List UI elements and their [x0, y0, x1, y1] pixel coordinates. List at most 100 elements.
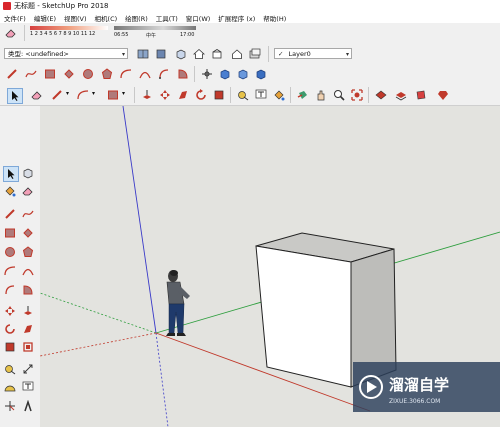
three-point-arc-button[interactable] — [3, 283, 17, 297]
component-button[interactable] — [136, 47, 150, 61]
menu-file[interactable]: 文件(F) — [0, 12, 30, 23]
rectangle-tool-button[interactable] — [43, 67, 57, 81]
menu-view[interactable]: 视图(V) — [60, 12, 91, 23]
paint-bucket-button[interactable] — [272, 88, 286, 102]
follow-me-icon — [179, 91, 187, 99]
front-view-button[interactable] — [174, 47, 188, 61]
chevron-down-icon[interactable]: ▾ — [92, 90, 95, 97]
push-pull-button[interactable] — [140, 88, 154, 102]
polygon-tool-button[interactable] — [21, 245, 35, 259]
share-model-button[interactable] — [394, 88, 408, 102]
follow-me-button[interactable] — [21, 322, 35, 336]
circle-icon — [5, 247, 15, 257]
warehouse-icon — [375, 90, 387, 100]
polygon-icon — [101, 68, 113, 79]
modeling-viewport[interactable]: 溜溜自学 ZIXUE.3066.COM — [40, 106, 500, 427]
iso-view-button[interactable] — [210, 47, 224, 61]
person-figure[interactable] — [166, 270, 190, 336]
rectangle-tool-button[interactable] — [3, 226, 17, 240]
push-pull-button[interactable] — [21, 304, 35, 318]
menu-edit[interactable]: 编辑(E) — [30, 12, 60, 23]
rotate-icon — [196, 89, 206, 100]
home-view-button[interactable] — [192, 47, 206, 61]
freehand-tool-button[interactable] — [24, 67, 38, 81]
arc-tool-button[interactable] — [3, 264, 17, 278]
iso-icon — [212, 49, 222, 59]
blue-cube-icon — [256, 69, 266, 80]
zoom-tool-button[interactable] — [332, 88, 346, 102]
menu-extensions[interactable]: 扩展程序 (x) — [214, 12, 259, 23]
axes-tool-button[interactable] — [200, 67, 214, 81]
follow-me-button[interactable] — [176, 88, 190, 102]
time-slider[interactable] — [114, 26, 196, 30]
orbit-tool-button[interactable] — [296, 88, 310, 102]
layer-dropdown[interactable]: ✓ Layer0 ▾ — [274, 48, 352, 59]
title-bar: 无标题 - SketchUp Pro 2018 — [0, 0, 500, 12]
extension-warehouse-button[interactable] — [414, 88, 428, 102]
two-point-arc-button[interactable] — [21, 264, 35, 278]
line-tool-button[interactable] — [5, 67, 19, 81]
freehand-tool-button[interactable] — [21, 207, 35, 221]
offset-tool-button[interactable] — [21, 340, 35, 354]
arc-tool-button[interactable] — [76, 88, 90, 102]
dimension-tool-button[interactable] — [21, 362, 35, 376]
scale-tool-button[interactable] — [3, 340, 17, 354]
rotate-tool-button[interactable] — [194, 88, 208, 102]
line-tool-button[interactable] — [3, 207, 17, 221]
menu-window[interactable]: 窗口(W) — [182, 12, 215, 23]
menu-tools[interactable]: 工具(T) — [152, 12, 182, 23]
outline-view-button[interactable] — [230, 47, 244, 61]
menu-draw[interactable]: 绘图(R) — [121, 12, 152, 23]
circle-tool-button[interactable] — [81, 67, 95, 81]
rotated-rectangle-button[interactable] — [62, 67, 76, 81]
cursor-arrow-icon — [8, 169, 15, 179]
views-iso-button[interactable] — [218, 67, 232, 81]
arc-tool-button[interactable] — [119, 67, 133, 81]
move-tool-button[interactable] — [3, 304, 17, 318]
paint-bucket-button[interactable] — [3, 184, 17, 198]
chevron-down-icon[interactable]: ▾ — [122, 90, 125, 97]
pie-tool-button[interactable] — [176, 67, 190, 81]
layer-manager-button[interactable] — [248, 47, 262, 61]
window-title: 无标题 - SketchUp Pro 2018 — [14, 2, 109, 10]
zoom-extents-button[interactable] — [350, 88, 364, 102]
scale-tool-button[interactable] — [212, 88, 226, 102]
eraser-tool-button[interactable] — [30, 88, 44, 102]
tape-measure-button[interactable] — [236, 88, 250, 102]
month-slider[interactable] — [30, 26, 108, 30]
3d-text-button[interactable] — [21, 399, 35, 413]
scene-canvas[interactable]: 溜溜自学 ZIXUE.3066.COM — [40, 106, 500, 427]
make-component-button[interactable] — [21, 166, 35, 180]
warehouse-button[interactable] — [374, 88, 388, 102]
menu-help[interactable]: 帮助(H) — [259, 12, 290, 23]
text-tool-button[interactable] — [254, 88, 268, 102]
views-top-button[interactable] — [236, 67, 250, 81]
select-tool-button[interactable] — [7, 88, 23, 104]
shape-tool-button[interactable] — [106, 88, 120, 102]
eraser-tool-button[interactable] — [21, 184, 35, 198]
menu-camera[interactable]: 相机(C) — [91, 12, 122, 23]
section-button[interactable] — [154, 47, 168, 61]
rotated-rectangle-button[interactable] — [21, 226, 35, 240]
three-point-arc-button[interactable] — [157, 67, 171, 81]
text-tool-button[interactable] — [21, 380, 35, 394]
sketchup-gem-button[interactable] — [436, 88, 450, 102]
pencil-tool-button[interactable] — [50, 88, 64, 102]
two-point-arc-button[interactable] — [138, 67, 152, 81]
select-tool-button[interactable] — [3, 166, 19, 182]
month-scale: 1 2 3 4 5 6 7 8 9 10 11 12 — [30, 31, 96, 37]
pan-tool-button[interactable] — [314, 88, 328, 102]
chevron-down-icon[interactable]: ▾ — [66, 90, 69, 97]
protractor-button[interactable] — [3, 380, 17, 394]
type-dropdown[interactable]: 类型: <undefined> ▾ — [4, 48, 128, 59]
circle-tool-button[interactable] — [3, 245, 17, 259]
rotate-tool-button[interactable] — [3, 322, 17, 336]
box-front-face[interactable] — [255, 245, 352, 388]
polygon-tool-button[interactable] — [100, 67, 114, 81]
move-tool-button[interactable] — [158, 88, 172, 102]
eraser-button[interactable] — [4, 26, 18, 40]
views-front-button[interactable] — [254, 67, 268, 81]
tape-measure-button[interactable] — [3, 362, 17, 376]
pie-tool-button[interactable] — [21, 283, 35, 297]
axes-tool-button[interactable] — [3, 399, 17, 413]
